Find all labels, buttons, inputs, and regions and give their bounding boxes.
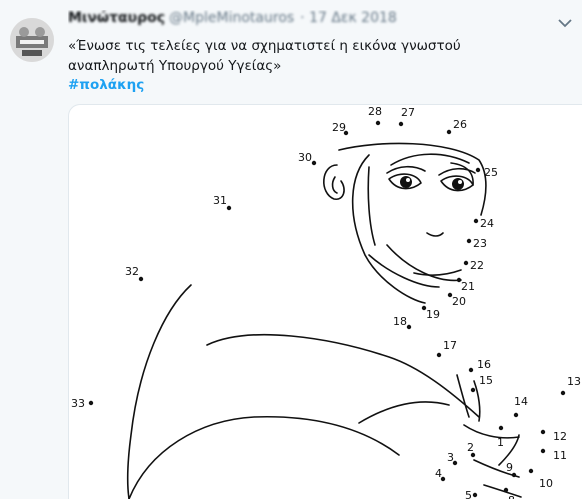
avatar-image: [10, 18, 54, 62]
dot-marker: [463, 260, 469, 266]
dot-marker: [468, 367, 474, 373]
dot-marker: [540, 429, 546, 435]
dot-number-label: 1: [497, 436, 504, 449]
dot-27: 27: [398, 106, 415, 127]
dot-marker: [475, 167, 481, 173]
dot-number-label: 22: [470, 259, 484, 272]
dot-1: 1: [497, 425, 504, 449]
dot-marker: [375, 120, 381, 126]
dot-number-label: 24: [480, 217, 494, 230]
dot-29: 29: [332, 121, 349, 136]
dot-number-label: 8: [508, 494, 515, 499]
dot-2: 2: [467, 441, 476, 458]
dot-8: 8: [503, 487, 515, 499]
dot-12: 12: [540, 429, 567, 443]
dot-number-label: 28: [368, 105, 382, 118]
dot-marker: [446, 129, 452, 135]
dot-marker: [473, 218, 479, 224]
dot-number-label: 16: [477, 358, 491, 371]
dot-20: 20: [447, 292, 466, 308]
dot-31: 31: [213, 194, 232, 211]
numbered-dots: 1234589101112131415161718192021222324252…: [71, 105, 581, 499]
dot-marker: [560, 390, 566, 396]
chevron-down-icon[interactable]: [556, 14, 574, 32]
monkey-outline: [126, 142, 522, 499]
dot-marker: [406, 324, 412, 330]
dot-21: 21: [456, 277, 475, 293]
dot-marker: [88, 400, 94, 406]
dot-number-label: 9: [506, 461, 513, 474]
dot-number-label: 20: [452, 295, 466, 308]
dot-23: 23: [466, 237, 487, 250]
tweet-header: Μινώταυρος @MpleMinotauros · 17 Δεκ 2018: [68, 10, 508, 32]
dot-marker: [466, 238, 472, 244]
dot-18: 18: [393, 315, 412, 330]
dot-14: 14: [513, 395, 528, 418]
dot-number-label: 15: [479, 374, 493, 387]
dot-number-label: 18: [393, 315, 407, 328]
dot-4: 4: [435, 467, 446, 482]
dot-marker: [528, 468, 534, 474]
dot-11: 11: [540, 448, 567, 462]
dot-number-label: 2: [467, 441, 474, 454]
dot-32: 32: [125, 265, 144, 282]
tweet-media-image[interactable]: 1234589101112131415161718192021222324252…: [68, 104, 582, 499]
dot-marker: [311, 160, 317, 166]
display-name[interactable]: Μινώταυρος: [68, 10, 165, 26]
dot-marker: [513, 412, 519, 418]
dot-marker: [470, 387, 476, 393]
dot-number-label: 14: [514, 395, 528, 408]
dot-marker: [498, 425, 504, 431]
dot-marker: [540, 448, 546, 454]
dot-number-label: 27: [401, 106, 415, 119]
dot-25: 25: [475, 166, 498, 179]
dot-marker: [472, 492, 478, 498]
dot-marker: [138, 276, 144, 282]
dot-30: 30: [298, 151, 317, 166]
dot-number-label: 25: [484, 166, 498, 179]
dot-26: 26: [446, 118, 467, 135]
dot-number-label: 23: [473, 237, 487, 250]
dot-19: 19: [421, 305, 440, 321]
user-handle[interactable]: @MpleMinotauros: [169, 10, 294, 26]
tweet-timestamp[interactable]: · 17 Δεκ 2018: [300, 10, 397, 26]
dot-number-label: 26: [453, 118, 467, 131]
dot-marker: [398, 121, 404, 127]
dot-marker: [503, 487, 509, 493]
dot-number-label: 4: [435, 467, 442, 480]
tweet-text: «Ένωσε τις τελείες για να σχηματιστεί η …: [68, 38, 461, 74]
dot-17: 17: [436, 339, 457, 358]
dot-marker: [436, 352, 442, 358]
dot-28: 28: [368, 105, 382, 126]
tweet-card[interactable]: Μινώταυρος @MpleMinotauros · 17 Δεκ 2018 «…: [0, 0, 582, 499]
dot-number-label: 11: [553, 449, 567, 462]
dot-number-label: 29: [332, 121, 346, 134]
dot-3: 3: [447, 451, 458, 466]
dot-number-label: 3: [447, 451, 454, 464]
dot-number-label: 12: [553, 430, 567, 443]
dot-24: 24: [473, 217, 494, 230]
dot-number-label: 30: [298, 151, 312, 164]
dot-13: 13: [560, 375, 581, 396]
dot-33: 33: [71, 397, 94, 410]
hashtag-link[interactable]: #πολάκης: [68, 77, 144, 93]
dot-number-label: 19: [426, 308, 440, 321]
dot-to-dot-drawing: 1234589101112131415161718192021222324252…: [71, 105, 581, 499]
dot-marker: [226, 205, 232, 211]
dot-16: 16: [468, 358, 491, 373]
dot-number-label: 10: [539, 477, 553, 490]
dot-number-label: 17: [443, 339, 457, 352]
dot-number-label: 31: [213, 194, 227, 207]
dot-number-label: 21: [461, 280, 475, 293]
dot-22: 22: [463, 259, 484, 272]
avatar[interactable]: [10, 18, 54, 62]
dot-number-label: 13: [567, 375, 581, 388]
dot-number-label: 32: [125, 265, 139, 278]
dot-number-label: 33: [71, 397, 85, 410]
dot-10: 10: [528, 468, 553, 490]
